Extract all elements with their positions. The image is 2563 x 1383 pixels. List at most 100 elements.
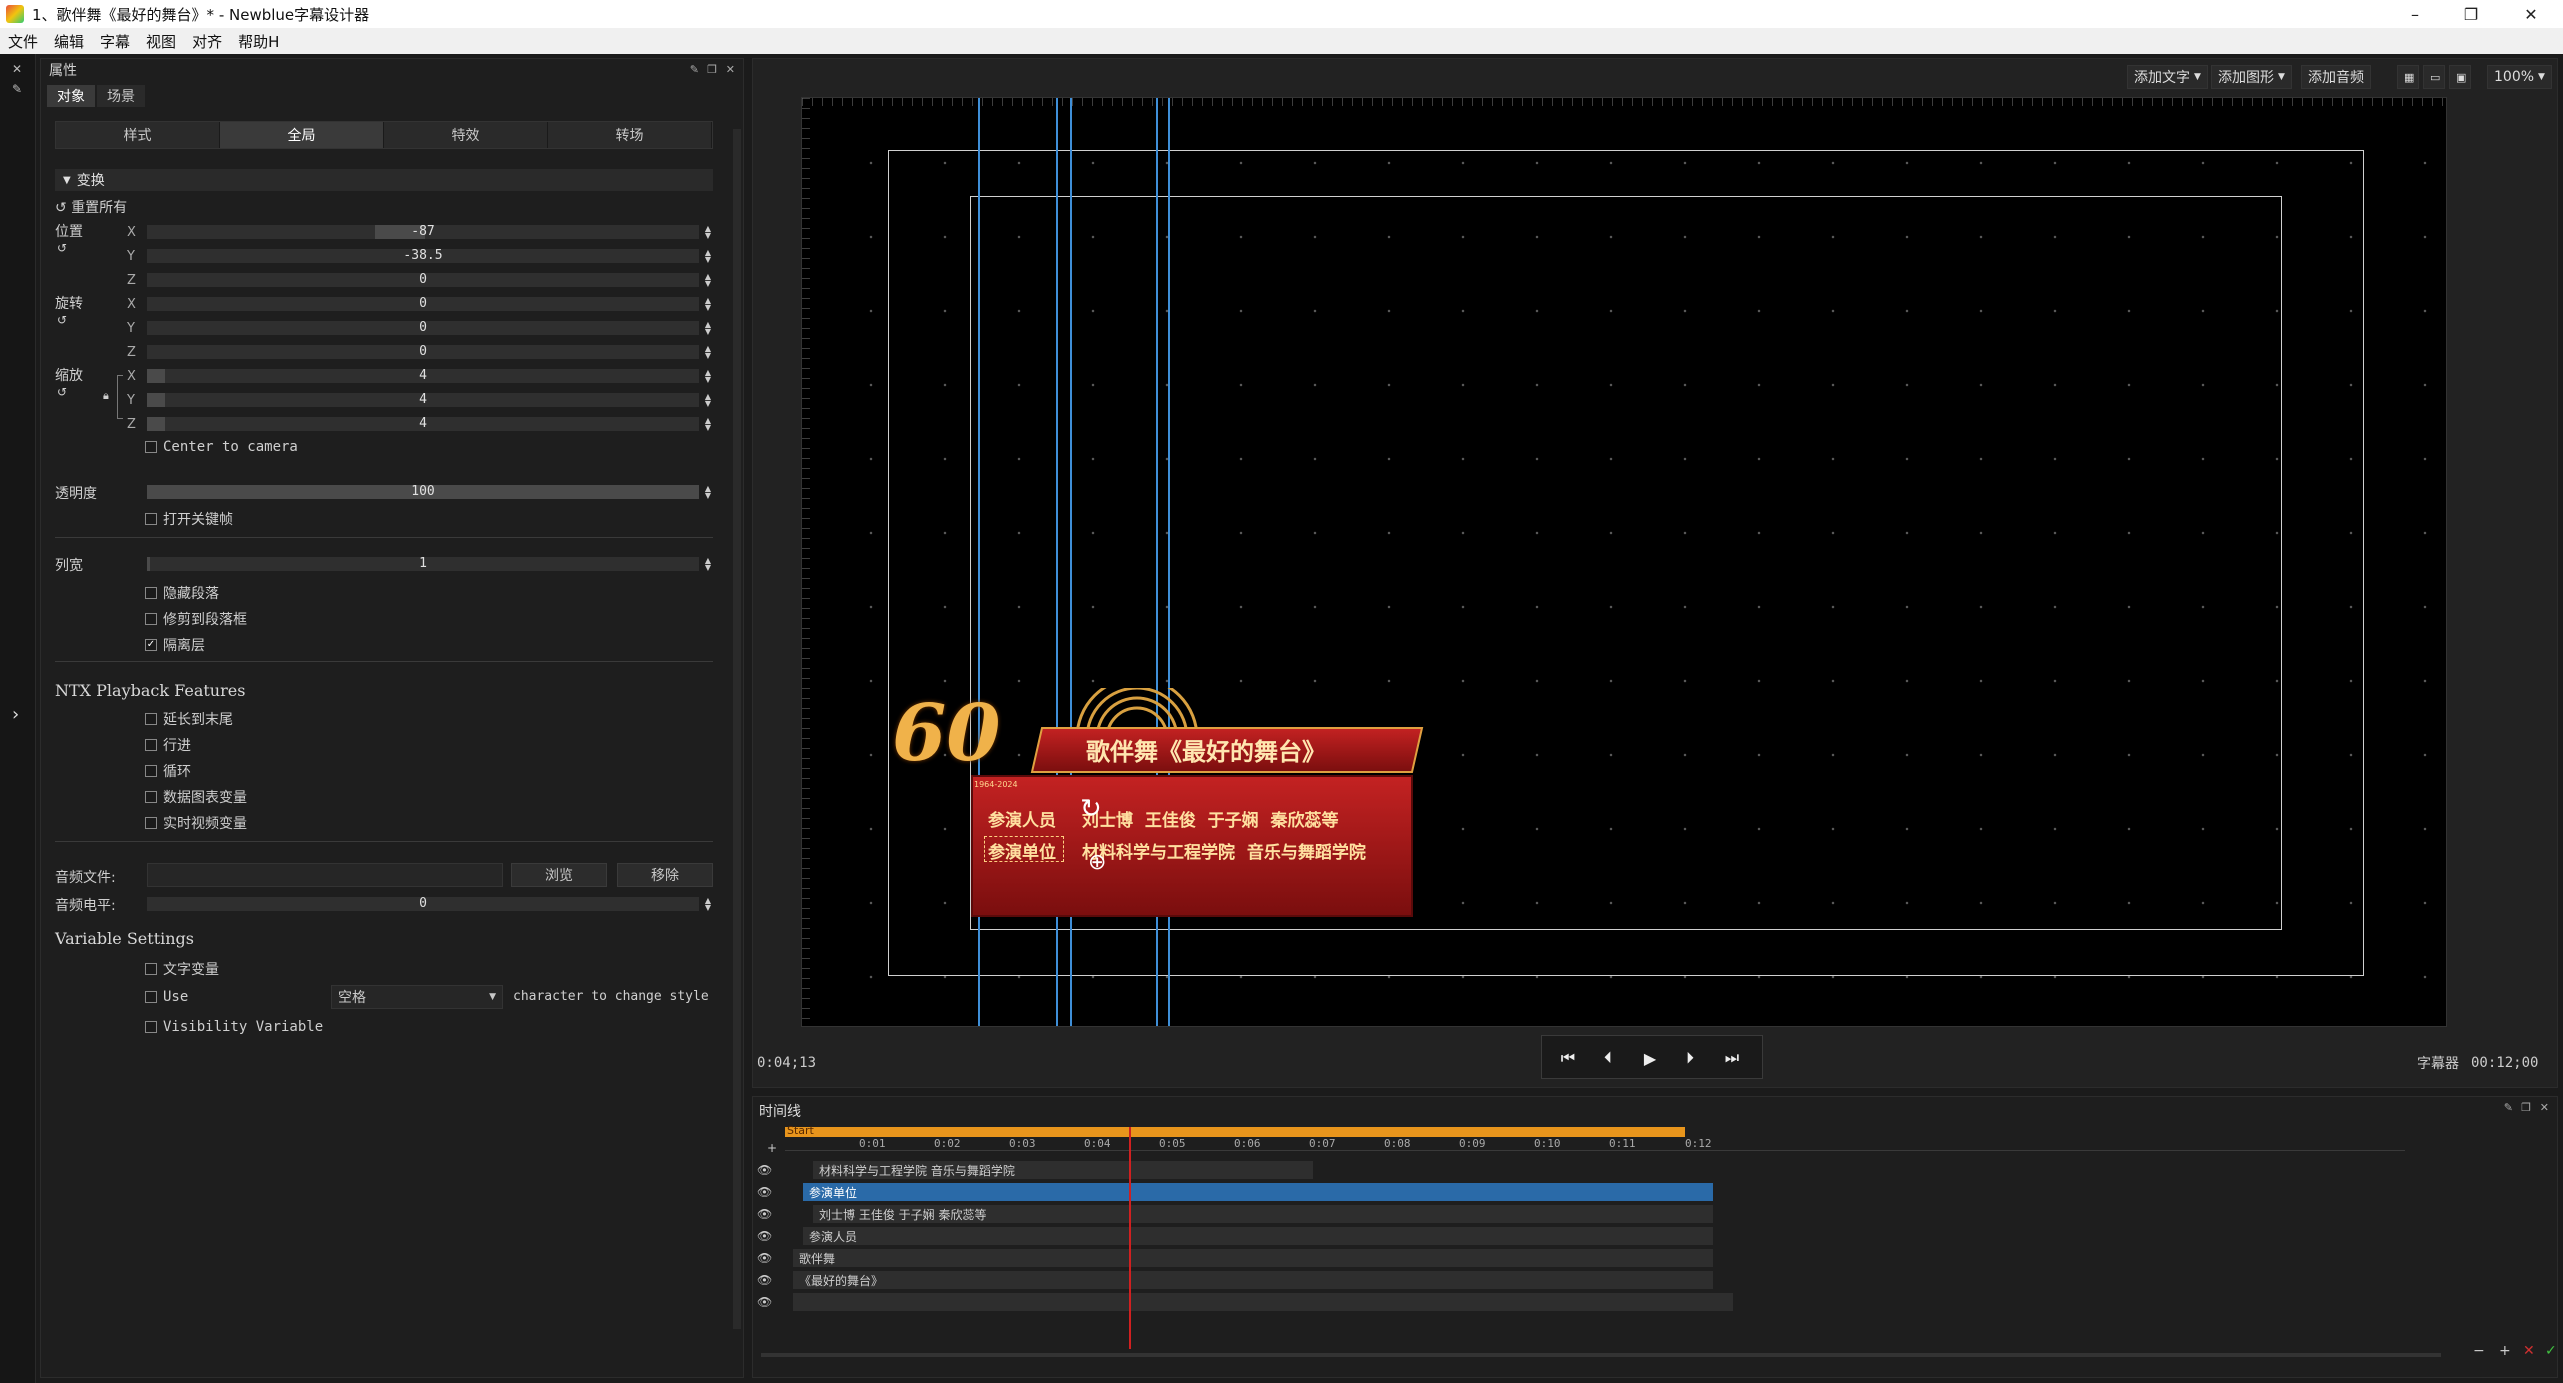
cancel-icon[interactable]: ✕ xyxy=(2523,1343,2535,1359)
keyframe-checkbox[interactable]: 打开关键帧 xyxy=(145,509,233,529)
visibility-variable-checkbox[interactable]: Visibility Variable xyxy=(145,1019,323,1035)
eye-icon[interactable]: 👁︎ xyxy=(757,1185,772,1199)
spin-icon[interactable]: ▲ ▼ xyxy=(703,321,713,336)
close-window-button[interactable]: ✕ xyxy=(2503,0,2559,28)
spin-icon[interactable]: ▲ ▼ xyxy=(703,369,713,384)
opacity-slider[interactable]: 100 xyxy=(147,484,699,499)
tab-object[interactable]: 对象 xyxy=(47,85,95,107)
safe-area-icon[interactable]: ▭ xyxy=(2423,65,2445,89)
rotate-handle-icon[interactable]: ↻ xyxy=(1080,794,1102,824)
grid-view-icon[interactable]: ▦ xyxy=(2397,65,2419,89)
pin-icon[interactable]: ✎ xyxy=(12,82,22,96)
play-icon[interactable]: ▶ xyxy=(1630,1040,1670,1076)
spin-icon[interactable]: ▲ ▼ xyxy=(703,557,713,572)
menu-align[interactable]: 对齐 xyxy=(184,31,230,52)
use-checkbox[interactable]: Use xyxy=(145,989,188,1005)
scale-x-slider[interactable]: 4 xyxy=(147,368,699,383)
eye-icon[interactable]: 👁︎ xyxy=(757,1251,772,1265)
rotation-z-slider[interactable]: 0 xyxy=(147,344,699,359)
text-variable-checkbox[interactable]: 文字变量 xyxy=(145,959,219,979)
spin-icon[interactable]: ▲ ▼ xyxy=(703,273,713,288)
timeline-track[interactable] xyxy=(793,1293,1733,1311)
audio-file-input[interactable] xyxy=(147,863,503,887)
eye-icon[interactable]: 👁︎ xyxy=(757,1163,772,1177)
transform-section[interactable]: ▼ 变换 xyxy=(55,169,713,191)
spin-icon[interactable]: ▲ ▼ xyxy=(703,297,713,312)
tab-scene[interactable]: 场景 xyxy=(97,85,145,107)
use-select[interactable]: 空格 ▼ xyxy=(331,985,503,1009)
lock-icon[interactable]: 🔒︎ xyxy=(103,389,109,403)
panel-scrollbar[interactable] xyxy=(733,129,741,1329)
timeline-track[interactable]: 刘士博 王佳俊 于子娴 秦欣蕊等 xyxy=(813,1205,1713,1223)
scale-z-slider[interactable]: 4 xyxy=(147,416,699,431)
timeline-ruler[interactable]: 0:01 0:02 0:03 0:04 0:05 0:06 0:07 0:08 … xyxy=(785,1137,2405,1151)
tab-global[interactable]: 全局 xyxy=(220,122,384,148)
timeline-track[interactable]: 《最好的舞台》 xyxy=(793,1271,1713,1289)
work-area-bar[interactable]: Start xyxy=(785,1124,1685,1137)
title-graphic[interactable]: 60 1964-2024 歌伴舞《最好的舞台》 参演人员 刘士博 王佳俊 于子娴… xyxy=(892,688,1452,928)
spin-icon[interactable]: ▲ ▼ xyxy=(703,485,713,500)
loop-checkbox[interactable]: 循环 xyxy=(145,761,191,781)
browse-button[interactable]: 浏览 xyxy=(511,863,607,887)
menu-edit[interactable]: 编辑 xyxy=(46,31,92,52)
menu-file[interactable]: 文件 xyxy=(0,31,46,52)
tab-effects[interactable]: 特效 xyxy=(384,122,548,148)
timeline-track-selected[interactable]: 参演单位 xyxy=(803,1183,1713,1201)
rotation-x-slider[interactable]: 0 xyxy=(147,296,699,311)
go-to-start-icon[interactable]: ⏮ xyxy=(1548,1040,1588,1076)
minimize-button[interactable]: – xyxy=(2387,0,2443,28)
add-audio-button[interactable]: 添加音频 xyxy=(2301,65,2371,89)
spin-icon[interactable]: ▲ ▼ xyxy=(703,249,713,264)
hide-paragraph-checkbox[interactable]: 隐藏段落 xyxy=(145,583,219,603)
add-text-button[interactable]: 添加文字 ▼ xyxy=(2127,65,2208,89)
pin-icon[interactable]: ✎ xyxy=(2504,1101,2513,1114)
data-chart-variable-checkbox[interactable]: 数据图表变量 xyxy=(145,787,247,807)
column-width-slider[interactable]: 1 xyxy=(147,556,699,571)
rotation-y-slider[interactable]: 0 xyxy=(147,320,699,335)
menu-help[interactable]: 帮助H xyxy=(230,31,287,52)
center-to-camera-checkbox[interactable]: Center to camera xyxy=(145,439,298,455)
fullscreen-icon[interactable]: ▣ xyxy=(2449,65,2471,89)
spin-icon[interactable]: ▲ ▼ xyxy=(703,417,713,432)
close-icon[interactable]: ✕ xyxy=(12,62,22,76)
tab-transition[interactable]: 转场 xyxy=(548,122,712,148)
tab-style[interactable]: 样式 xyxy=(56,122,220,148)
confirm-icon[interactable]: ✓ xyxy=(2545,1343,2557,1359)
timeline-scrollbar[interactable] xyxy=(761,1353,2441,1357)
timeline-track[interactable]: 歌伴舞 xyxy=(793,1249,1713,1267)
preview-canvas[interactable]: 60 1964-2024 歌伴舞《最好的舞台》 参演人员 刘士博 王佳俊 于子娴… xyxy=(801,97,2447,1027)
step-back-icon[interactable]: ⏴ xyxy=(1588,1040,1628,1076)
march-checkbox[interactable]: 行进 xyxy=(145,735,191,755)
zoom-select[interactable]: 100% ▼ xyxy=(2487,65,2552,89)
add-track-icon[interactable]: + xyxy=(767,1141,777,1155)
go-to-end-icon[interactable]: ⏭ xyxy=(1712,1040,1752,1076)
add-shape-button[interactable]: 添加图形 ▼ xyxy=(2211,65,2292,89)
step-forward-icon[interactable]: ⏵ xyxy=(1670,1040,1710,1076)
selection-box[interactable] xyxy=(984,836,1064,862)
reset-rotation-icon[interactable]: ↺ xyxy=(57,313,67,327)
isolate-layer-checkbox[interactable]: ✓ 隔离层 xyxy=(145,635,205,655)
reset-all-button[interactable]: ↺ 重置所有 xyxy=(55,197,127,217)
spin-icon[interactable]: ▲ ▼ xyxy=(703,225,713,240)
spin-icon[interactable]: ▲ ▼ xyxy=(703,897,713,912)
move-handle-icon[interactable]: ⊕ xyxy=(1088,850,1106,875)
zoom-out-icon[interactable]: − xyxy=(2473,1343,2485,1359)
reset-position-icon[interactable]: ↺ xyxy=(57,241,67,255)
pin-icon[interactable]: ✎ xyxy=(690,63,699,76)
scale-y-slider[interactable]: 4 xyxy=(147,392,699,407)
audio-level-slider[interactable]: 0 xyxy=(147,896,699,911)
spin-icon[interactable]: ▲ ▼ xyxy=(703,393,713,408)
extend-to-end-checkbox[interactable]: 延长到末尾 xyxy=(145,709,233,729)
eye-icon[interactable]: 👁︎ xyxy=(757,1295,772,1309)
timeline-track[interactable]: 参演人员 xyxy=(803,1227,1713,1245)
eye-icon[interactable]: 👁︎ xyxy=(757,1207,772,1221)
float-icon[interactable]: ❐ xyxy=(707,63,717,76)
expand-chevron-icon[interactable]: › xyxy=(12,704,19,725)
playhead[interactable] xyxy=(1129,1127,1131,1349)
position-z-slider[interactable]: 0 xyxy=(147,272,699,287)
live-video-variable-checkbox[interactable]: 实时视频变量 xyxy=(145,813,247,833)
menu-view[interactable]: 视图 xyxy=(138,31,184,52)
remove-button[interactable]: 移除 xyxy=(617,863,713,887)
float-icon[interactable]: ❐ xyxy=(2521,1101,2531,1114)
duration-timecode[interactable]: 00:12;00 xyxy=(2471,1055,2538,1071)
